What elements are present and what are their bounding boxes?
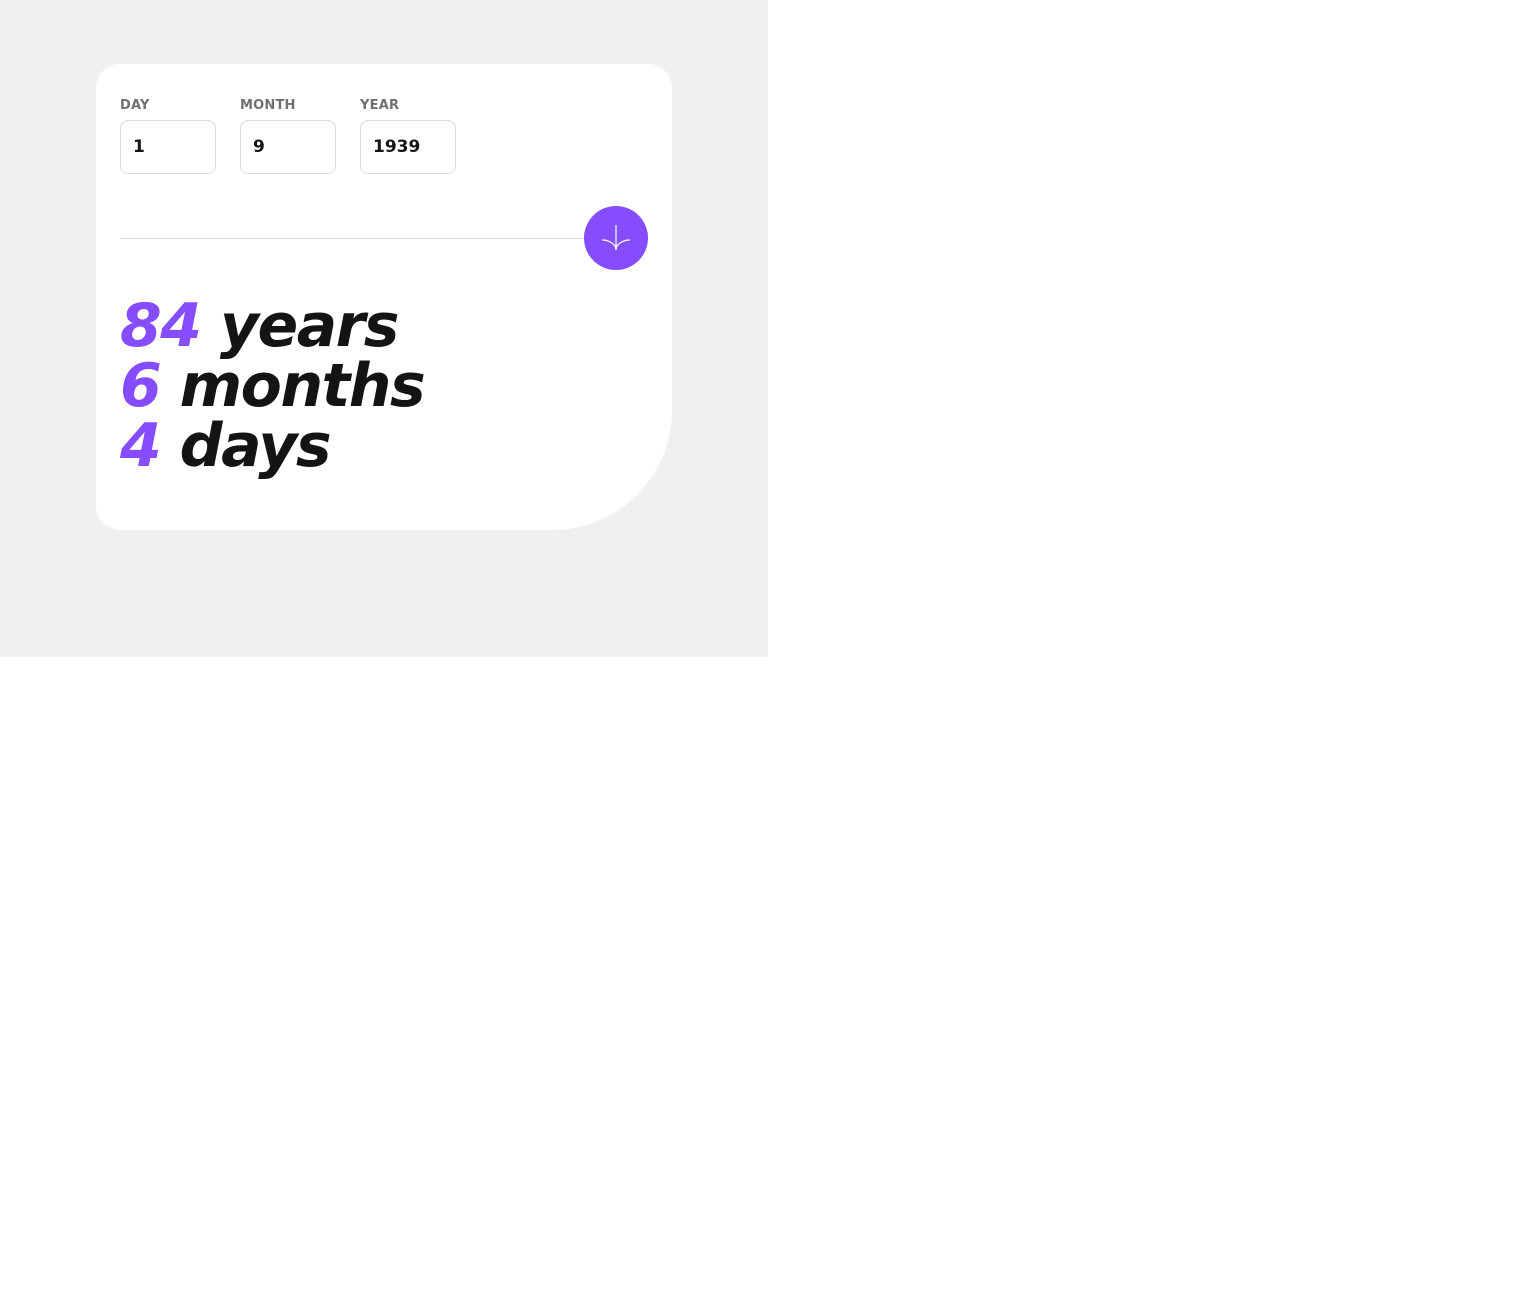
result-days: 4 days (120, 416, 424, 476)
arrow-down-icon (601, 225, 631, 251)
year-input[interactable] (360, 120, 456, 174)
result-years: 84 years (120, 296, 424, 356)
result-months: 6 months (120, 356, 426, 416)
month-field: MONTH (240, 98, 336, 174)
year-label: YEAR (360, 98, 400, 113)
day-input[interactable] (120, 120, 216, 174)
divider (120, 238, 616, 239)
year-field: YEAR (360, 98, 456, 174)
days-unit: days (179, 411, 332, 481)
month-label: MONTH (240, 98, 296, 113)
age-calculator-card: DAY MONTH YEAR 84 years 6 months (96, 64, 672, 530)
month-input[interactable] (240, 120, 336, 174)
app-background: DAY MONTH YEAR 84 years 6 months (0, 0, 768, 657)
day-label: DAY (120, 98, 150, 113)
submit-button[interactable] (584, 206, 648, 270)
results: 84 years 6 months 4 days (120, 296, 426, 476)
days-value: 4 (120, 411, 162, 481)
day-field: DAY (120, 98, 216, 174)
